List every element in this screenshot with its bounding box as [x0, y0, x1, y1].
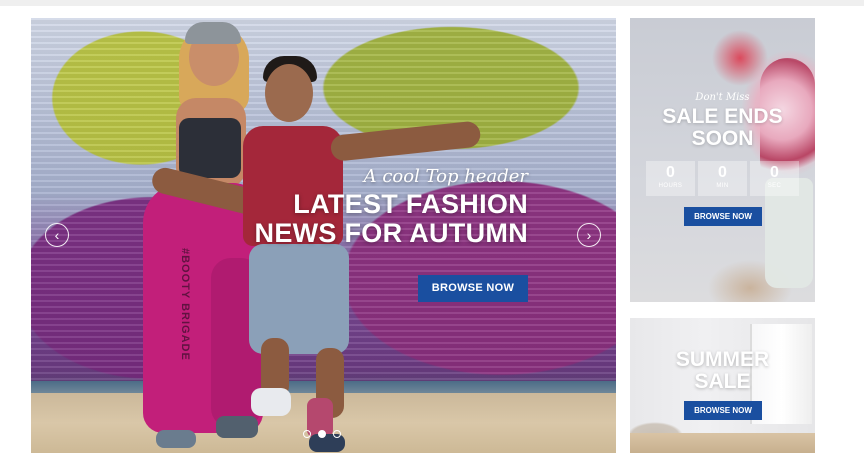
legging-print-text: #BOOTY BRIGADE — [179, 248, 191, 361]
countdown-hours: 0 HOURS — [646, 161, 695, 196]
countdown-minutes-value: 0 — [718, 164, 727, 181]
sale-title: SALE ENDS SOON — [630, 106, 815, 150]
countdown-seconds-value: 0 — [770, 164, 779, 181]
summer-title: SUMMER SALE — [630, 349, 815, 393]
slider-prev-button[interactable]: ‹ — [45, 223, 69, 247]
hero-slider[interactable]: #BOOTY BRIGADE ‹ › A cool Top header LAT… — [31, 18, 616, 453]
slider-dot-1[interactable] — [303, 430, 311, 438]
hero-subtitle: A cool Top header — [363, 166, 528, 187]
hero-title-line1: LATEST FASHION — [293, 189, 528, 219]
countdown-hours-label: HOURS — [658, 183, 683, 189]
sale-eyebrow: Don't Miss — [695, 92, 750, 103]
countdown-minutes: 0 MIN — [698, 161, 747, 196]
ground — [31, 393, 616, 453]
hero-browse-button[interactable]: BROWSE NOW — [418, 275, 528, 302]
summer-browse-button[interactable]: BROWSE NOW — [684, 401, 762, 420]
chevron-left-icon: ‹ — [54, 227, 60, 243]
wall-base — [31, 381, 616, 393]
sale-title-line1: SALE ENDS — [662, 105, 783, 128]
floor — [630, 433, 815, 453]
sale-title-line2: SOON — [691, 127, 754, 150]
chevron-right-icon: › — [586, 227, 592, 243]
countdown-hours-value: 0 — [666, 164, 675, 181]
slider-pagination — [303, 430, 341, 440]
summer-title-line2: SALE — [694, 370, 751, 393]
slider-dot-3[interactable] — [333, 430, 341, 438]
hero-title: LATEST FASHION NEWS FOR AUTUMN — [255, 190, 528, 248]
slider-next-button[interactable]: › — [577, 223, 601, 247]
sale-banner[interactable]: Don't Miss SALE ENDS SOON 0 HOURS 0 MIN … — [630, 18, 815, 302]
countdown-seconds-label: SEC — [767, 183, 782, 189]
summer-banner[interactable]: SUMMER SALE BROWSE NOW — [630, 318, 815, 453]
sale-browse-button[interactable]: BROWSE NOW — [684, 207, 762, 226]
countdown-timer: 0 HOURS 0 MIN 0 SEC — [646, 161, 799, 196]
top-strip — [0, 0, 864, 6]
summer-title-line1: SUMMER — [675, 348, 770, 371]
countdown-minutes-label: MIN — [716, 183, 729, 189]
hero-title-line2: NEWS FOR AUTUMN — [254, 218, 528, 248]
slider-dot-2[interactable] — [318, 430, 326, 438]
countdown-seconds: 0 SEC — [750, 161, 799, 196]
